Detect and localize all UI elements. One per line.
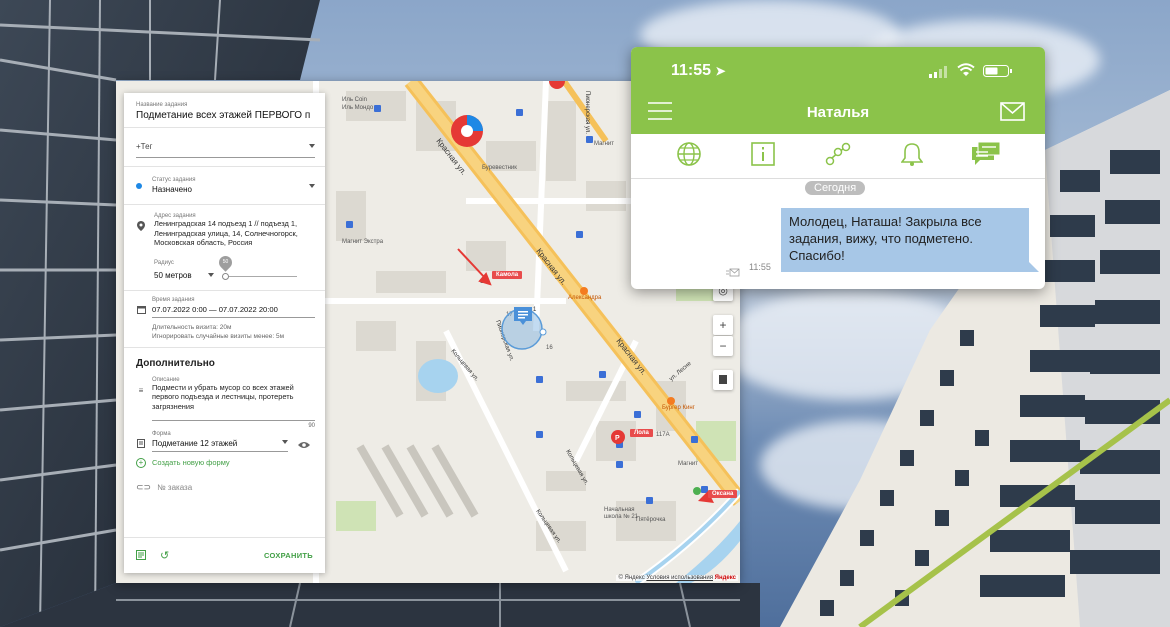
task-title-input[interactable]: Подметание всех этажей ПЕРВОГО п xyxy=(136,110,315,121)
svg-text:Пятёрочка: Пятёрочка xyxy=(636,517,666,523)
svg-text:16: 16 xyxy=(546,345,553,351)
message-time: 11:55 xyxy=(749,262,771,272)
status-value: Назначено xyxy=(152,185,192,194)
svg-text:P: P xyxy=(615,435,620,442)
route-icon[interactable] xyxy=(825,142,851,171)
battery-icon xyxy=(983,64,1013,82)
message-bubble[interactable]: Молодец, Наташа! Закрыла все задания, ви… xyxy=(781,208,1039,272)
save-button[interactable]: СОХРАНИТЬ xyxy=(264,551,313,560)
time-range-input[interactable]: 07.07.2022 0:00 — 07.07.2022 20:00 xyxy=(152,305,315,314)
add-circle-icon[interactable]: + xyxy=(136,457,146,468)
address-input[interactable]: Ленинградская 14 подъезд 1 // подъезд 1,… xyxy=(154,219,315,248)
map-footer: © Яндекс Условия использования Яндекс xyxy=(616,575,738,581)
employee-tag-lola[interactable]: Лола xyxy=(630,429,653,437)
bell-icon[interactable] xyxy=(899,141,924,172)
svg-text:Бургер Кинг: Бургер Кинг xyxy=(662,405,696,411)
chat-tabs xyxy=(631,134,1045,179)
mail-icon[interactable] xyxy=(1000,102,1025,126)
calendar-icon xyxy=(136,305,146,316)
radius-label: Радиус xyxy=(154,259,174,266)
location-pin-icon xyxy=(136,221,146,233)
map-layers-icon xyxy=(719,375,727,384)
zoom-out-button[interactable]: − xyxy=(713,336,733,356)
chat-contact-name: Наталья xyxy=(806,104,870,121)
eye-icon[interactable] xyxy=(298,441,310,451)
description-icon: ≡ xyxy=(138,385,144,395)
location-arrow-icon: ➤ xyxy=(715,64,726,78)
info-icon[interactable] xyxy=(751,141,776,171)
map-layers-button[interactable] xyxy=(713,370,733,390)
phone-chat-window: 11:55 ➤ Наталья Сегодня 11:55 Молодец, Н… xyxy=(631,47,1045,289)
description-textarea[interactable]: Подмести и убрать мусор со всех этажей п… xyxy=(152,383,315,412)
create-form-link[interactable]: Создать новую форму xyxy=(152,458,230,467)
panel-footer: ↺ СОХРАНИТЬ xyxy=(124,537,325,573)
svg-text:Александра: Александра xyxy=(568,295,602,301)
svg-text:Начальная: Начальная xyxy=(604,507,635,513)
wifi-icon xyxy=(957,63,975,82)
form-icon xyxy=(136,438,146,450)
employee-tag-oksana[interactable]: Оксана xyxy=(708,490,738,498)
radius-slider[interactable]: 50 xyxy=(215,253,297,282)
link-icon: ⊂⊃ xyxy=(136,481,152,492)
status-label: Статус задания xyxy=(152,177,196,183)
svg-text:Буревестник: Буревестник xyxy=(482,165,517,171)
history-icon[interactable]: ↺ xyxy=(160,549,169,562)
zoom-in-button[interactable]: + xyxy=(713,315,733,335)
chat-header: 11:55 ➤ Наталья xyxy=(631,47,1045,134)
chevron-down-icon[interactable] xyxy=(309,183,315,188)
read-status-icon xyxy=(726,264,740,282)
employee-tag-kamola[interactable]: Камола xyxy=(492,271,523,279)
svg-text:Иль Мондо: Иль Мондо xyxy=(342,105,374,111)
order-number-input[interactable]: № заказа xyxy=(157,483,192,492)
radius-select[interactable]: 50 метров xyxy=(154,271,192,280)
visit-duration: Длительность визита: 20м xyxy=(152,323,232,331)
chevron-down-icon[interactable] xyxy=(282,440,288,445)
signal-icon xyxy=(929,65,949,83)
time-label: Время задания xyxy=(152,296,195,303)
tag-input[interactable]: +Тег xyxy=(136,142,152,151)
svg-text:Магнит: Магнит xyxy=(594,141,614,147)
chevron-down-icon[interactable] xyxy=(309,143,315,148)
chevron-down-icon[interactable] xyxy=(207,272,214,277)
svg-text:Магнит: Магнит xyxy=(678,461,698,467)
chat-icon[interactable] xyxy=(972,141,1001,171)
status-dot-icon xyxy=(136,182,142,189)
status-bar-time: 11:55 ➤ xyxy=(671,62,726,79)
globe-icon[interactable] xyxy=(676,141,702,172)
date-separator: Сегодня xyxy=(805,181,866,195)
description-counter: 90 xyxy=(308,422,315,429)
svg-text:117А: 117А xyxy=(656,432,670,438)
terms-link[interactable]: Условия использования xyxy=(646,575,713,581)
task-editor-panel: Название задания Подметание всех этажей … xyxy=(124,93,325,573)
street-label: Пионерская ул. xyxy=(584,91,590,134)
svg-text:Магнит Экстра: Магнит Экстра xyxy=(342,239,384,245)
status-select[interactable]: Статус задания Назначено xyxy=(152,177,195,194)
extra-section-title: Дополнительно xyxy=(136,357,215,369)
form-select[interactable]: Подметание 12 этажей xyxy=(152,439,237,448)
ignore-visits: Игнорировать случайные визиты менее: 5м xyxy=(152,332,285,340)
svg-text:школа № 21: школа № 21 xyxy=(604,513,639,520)
title-label: Название задания xyxy=(136,102,188,108)
svg-text:Иль Coin: Иль Coin xyxy=(342,97,367,103)
template-icon[interactable] xyxy=(136,549,146,562)
